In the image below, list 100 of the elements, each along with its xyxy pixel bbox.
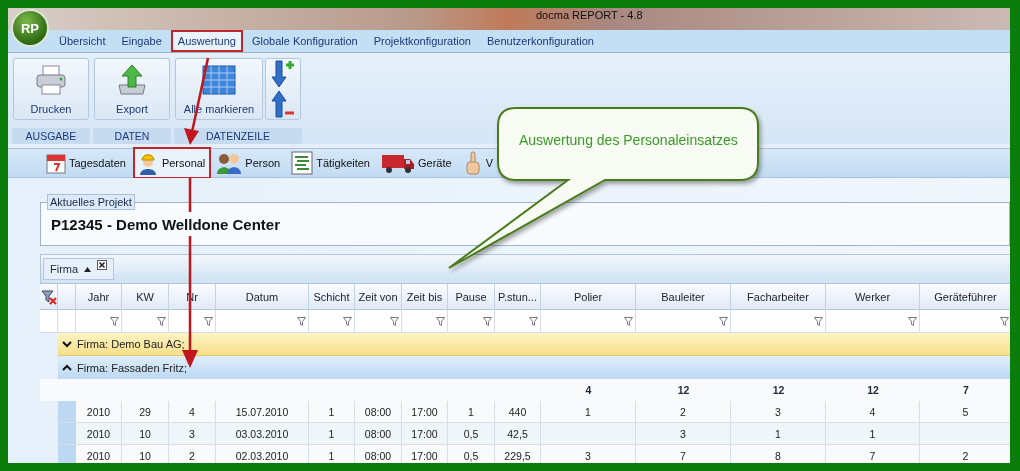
menu-tab[interactable]: Eingabe [114,30,169,52]
table-cell: 17:00 [402,401,448,423]
group-label: DATENZEILE [174,128,302,144]
table-cell: 7 [636,445,731,463]
table-cell: 08:00 [355,445,402,463]
expand-icon [62,340,72,348]
table-cell: 2010 [76,445,122,463]
table-cell: 3 [731,401,826,423]
total-cell-text: 12 [771,383,786,398]
filter-icon [204,316,213,326]
window-title: docma REPORT - 4.8 [536,8,643,22]
total-cell-text: 7 [962,383,970,398]
filter-cell [40,310,58,333]
group-label: AUSGABE [12,128,90,144]
arrow-down-plus-icon [271,59,295,89]
group-label: DATEN [93,128,171,144]
table-cell: 5 [920,401,1010,423]
table-cell: 02.03.2010 [216,445,309,463]
table-cell: 0,5 [448,445,495,463]
table-cell: 2 [636,401,731,423]
table-cell: 08:00 [355,401,402,423]
toolbar-item[interactable]: Person [212,148,287,178]
table-cell: 17:00 [402,423,448,445]
arrow-up-minus-icon [271,89,295,119]
table-cell: 08:00 [355,423,402,445]
row-indicator [58,423,76,445]
table-cell: 03.03.2010 [216,423,309,445]
toolbar-item[interactable]: V [458,147,499,179]
total-cell-text: 12 [676,383,691,398]
table-cell: 1 [309,423,355,445]
project-title: P12345 - Demo Welldone Center [51,216,281,233]
menu-tab[interactable]: Übersicht [52,30,113,52]
filter-icon [157,316,166,326]
truck-icon [381,152,415,174]
table-cell: 1 [826,423,920,445]
menu-tab[interactable]: Benutzerkonfiguration [479,30,601,52]
callout-text: Auswertung des Personaleinsatzes [519,132,738,148]
toolbar-item[interactable]: Tagesdaten [42,148,132,178]
panel-legend: Aktuelles Projekt [47,194,135,210]
table-cell: 7 [826,445,920,463]
ribbon-button[interactable]: Drucken [13,58,89,120]
table-cell: 29 [122,401,169,423]
filter-icon [483,316,492,326]
group-chip[interactable]: Firma [43,258,115,280]
table-cell: 0,5 [448,423,495,445]
table-cell: 1 [309,445,355,463]
filter-icon [529,316,538,326]
filter-icon [624,316,633,326]
toolbar-item[interactable]: Geräte [377,148,458,178]
toolbar-item[interactable]: Tätigkeiten [287,147,376,179]
table-cell: 1 [309,401,355,423]
table-cell: 1 [541,401,636,423]
table-cell: 3 [636,423,731,445]
toolbar-item[interactable]: Personal [132,147,212,179]
filter-icon [436,316,445,326]
menu-tab[interactable]: Auswertung [170,30,243,52]
table-cell: 1 [448,401,495,423]
collapse-icon [62,364,72,371]
ribbon-button[interactable]: Export [94,58,170,120]
filter-icon [110,316,119,326]
grid-icon [202,65,236,95]
filter-icon [343,316,352,326]
filter-icon [390,316,399,326]
total-cell-text: 4 [584,383,593,398]
ribbon-button[interactable] [265,58,301,120]
table-cell: 2 [169,445,216,463]
table-cell: 440 [495,401,541,423]
clear-filter-icon [40,288,57,305]
table-cell: 3 [541,445,636,463]
export-icon [115,63,149,97]
table-cell: 8 [731,445,826,463]
filter-icon [719,316,728,326]
table-cell: 229,5 [495,445,541,463]
row-indicator [58,445,76,463]
filter-icon [814,316,823,326]
table-cell: 4 [169,401,216,423]
table-cell: 2 [920,445,1010,463]
filter-icon [908,316,917,326]
table-cell: 3 [169,423,216,445]
total-cell-text: 12 [866,383,880,398]
group-row[interactable]: Firma: Demo Bau AG; [58,333,1010,356]
printer-icon [34,63,68,97]
row-indicator [58,401,76,423]
menu-tab[interactable]: Projektkonfiguration [366,30,478,52]
menu-tab[interactable]: Globale Konfiguration [244,30,365,52]
table-cell: 2010 [76,423,122,445]
group-row[interactable]: Firma: Fassaden Fritz; [58,356,1010,379]
chip-label: Firma [50,263,79,275]
table-cell: 10 [122,445,169,463]
table-cell: 10 [122,423,169,445]
table-cell: 4 [826,401,920,423]
table-cell: 17:00 [402,445,448,463]
checklist-icon [291,151,314,175]
table-cell: 1 [731,423,826,445]
close-icon [97,260,108,270]
filter-icon [297,316,306,326]
table-cell: 15.07.2010 [216,401,309,423]
table-cell: 42,5 [495,423,541,445]
people-icon [216,152,243,174]
table-cell: 2010 [76,401,122,423]
